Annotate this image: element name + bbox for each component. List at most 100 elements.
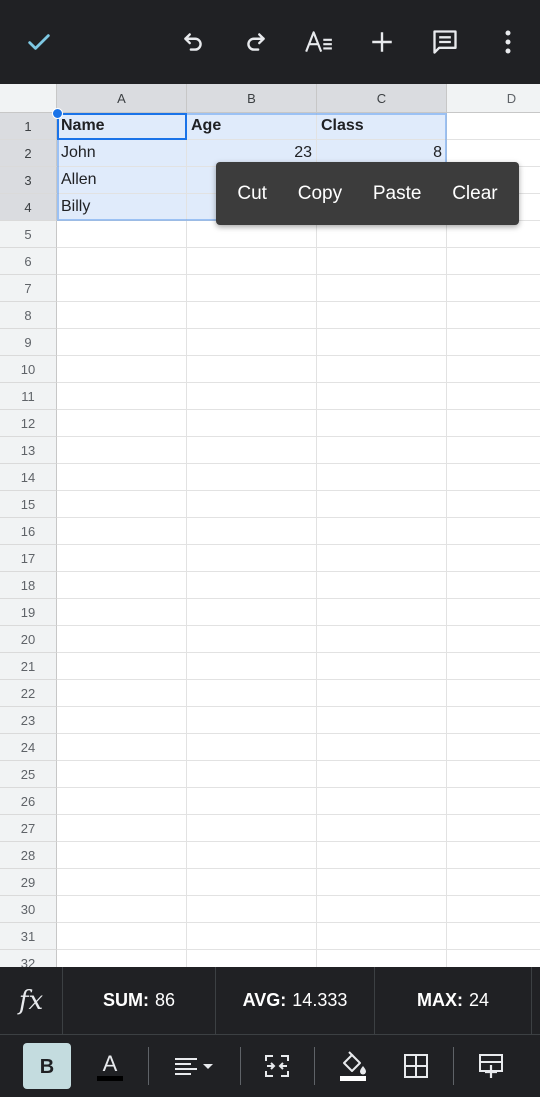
- row-header[interactable]: 1: [0, 113, 57, 140]
- cell[interactable]: [447, 707, 540, 734]
- cell[interactable]: [57, 437, 187, 464]
- cell[interactable]: [447, 356, 540, 383]
- cell[interactable]: [317, 221, 447, 248]
- comment-icon[interactable]: [423, 20, 467, 64]
- cell[interactable]: [57, 923, 187, 950]
- cell[interactable]: [317, 923, 447, 950]
- row-header[interactable]: 19: [0, 599, 57, 626]
- cell[interactable]: [317, 788, 447, 815]
- cell[interactable]: [187, 869, 317, 896]
- cell[interactable]: [187, 923, 317, 950]
- cell[interactable]: [317, 734, 447, 761]
- cell[interactable]: [447, 437, 540, 464]
- cell[interactable]: [317, 464, 447, 491]
- row-header[interactable]: 5: [0, 221, 57, 248]
- cell[interactable]: [447, 923, 540, 950]
- row-header[interactable]: 9: [0, 329, 57, 356]
- select-all-corner[interactable]: [0, 84, 57, 113]
- cell[interactable]: [57, 599, 187, 626]
- cell[interactable]: [317, 869, 447, 896]
- column-header-c[interactable]: C: [317, 84, 447, 113]
- cell[interactable]: [317, 599, 447, 626]
- cell[interactable]: [57, 545, 187, 572]
- align-icon[interactable]: [170, 1043, 218, 1089]
- cell[interactable]: [447, 518, 540, 545]
- row-header[interactable]: 22: [0, 680, 57, 707]
- cell-a3[interactable]: Allen: [57, 167, 187, 194]
- row-header[interactable]: 2: [0, 140, 57, 167]
- cell[interactable]: [447, 302, 540, 329]
- cell[interactable]: [317, 761, 447, 788]
- cell[interactable]: [57, 518, 187, 545]
- cell[interactable]: [187, 221, 317, 248]
- row-header[interactable]: 17: [0, 545, 57, 572]
- cell[interactable]: [187, 653, 317, 680]
- cell[interactable]: [57, 788, 187, 815]
- cell[interactable]: [447, 464, 540, 491]
- cell[interactable]: [447, 653, 540, 680]
- cell[interactable]: [187, 761, 317, 788]
- selection-handle[interactable]: [52, 108, 63, 119]
- cell[interactable]: [447, 680, 540, 707]
- insert-row-icon[interactable]: [467, 1043, 515, 1089]
- cell-a2[interactable]: John: [57, 140, 187, 167]
- cell[interactable]: [57, 572, 187, 599]
- row-header[interactable]: 28: [0, 842, 57, 869]
- cell[interactable]: [447, 221, 540, 248]
- cut-button[interactable]: Cut: [231, 175, 273, 213]
- row-header[interactable]: 6: [0, 248, 57, 275]
- cell[interactable]: [187, 464, 317, 491]
- row-header[interactable]: 3: [0, 167, 57, 194]
- cell[interactable]: [187, 518, 317, 545]
- cell[interactable]: [187, 572, 317, 599]
- cell[interactable]: [187, 680, 317, 707]
- cell[interactable]: [447, 869, 540, 896]
- cell[interactable]: [57, 248, 187, 275]
- cell[interactable]: [317, 275, 447, 302]
- cell[interactable]: [187, 896, 317, 923]
- cell[interactable]: [57, 383, 187, 410]
- check-icon[interactable]: [17, 20, 61, 64]
- cell[interactable]: [447, 410, 540, 437]
- cell[interactable]: [187, 545, 317, 572]
- fill-color-icon[interactable]: [329, 1043, 377, 1089]
- cell[interactable]: [187, 302, 317, 329]
- borders-icon[interactable]: [392, 1043, 440, 1089]
- row-header[interactable]: 7: [0, 275, 57, 302]
- row-header[interactable]: 30: [0, 896, 57, 923]
- row-header[interactable]: 27: [0, 815, 57, 842]
- cell[interactable]: [57, 356, 187, 383]
- cell[interactable]: [447, 815, 540, 842]
- cell[interactable]: [57, 896, 187, 923]
- column-header-d[interactable]: D: [447, 84, 540, 113]
- cell[interactable]: [317, 626, 447, 653]
- cell[interactable]: [57, 950, 187, 967]
- text-color-icon[interactable]: A: [86, 1043, 134, 1089]
- cell[interactable]: [187, 707, 317, 734]
- row-header[interactable]: 4: [0, 194, 57, 221]
- cell[interactable]: [447, 491, 540, 518]
- row-header[interactable]: 25: [0, 761, 57, 788]
- avg-stat[interactable]: AVG: 14.333: [216, 967, 375, 1034]
- cell[interactable]: [317, 680, 447, 707]
- cell[interactable]: [187, 356, 317, 383]
- cell[interactable]: [187, 950, 317, 967]
- sum-stat[interactable]: SUM: 86: [63, 967, 216, 1034]
- cell[interactable]: [317, 545, 447, 572]
- cell[interactable]: [447, 248, 540, 275]
- column-header-a[interactable]: A: [57, 84, 187, 113]
- cell[interactable]: [57, 734, 187, 761]
- cell[interactable]: [187, 599, 317, 626]
- cell[interactable]: [317, 815, 447, 842]
- cell[interactable]: [57, 626, 187, 653]
- cell[interactable]: [317, 896, 447, 923]
- cell[interactable]: [187, 275, 317, 302]
- cell[interactable]: [57, 869, 187, 896]
- cell[interactable]: [447, 734, 540, 761]
- row-header[interactable]: 18: [0, 572, 57, 599]
- cell[interactable]: [447, 599, 540, 626]
- cell[interactable]: [57, 680, 187, 707]
- copy-button[interactable]: Copy: [292, 175, 348, 213]
- cell[interactable]: [317, 329, 447, 356]
- row-header[interactable]: 29: [0, 869, 57, 896]
